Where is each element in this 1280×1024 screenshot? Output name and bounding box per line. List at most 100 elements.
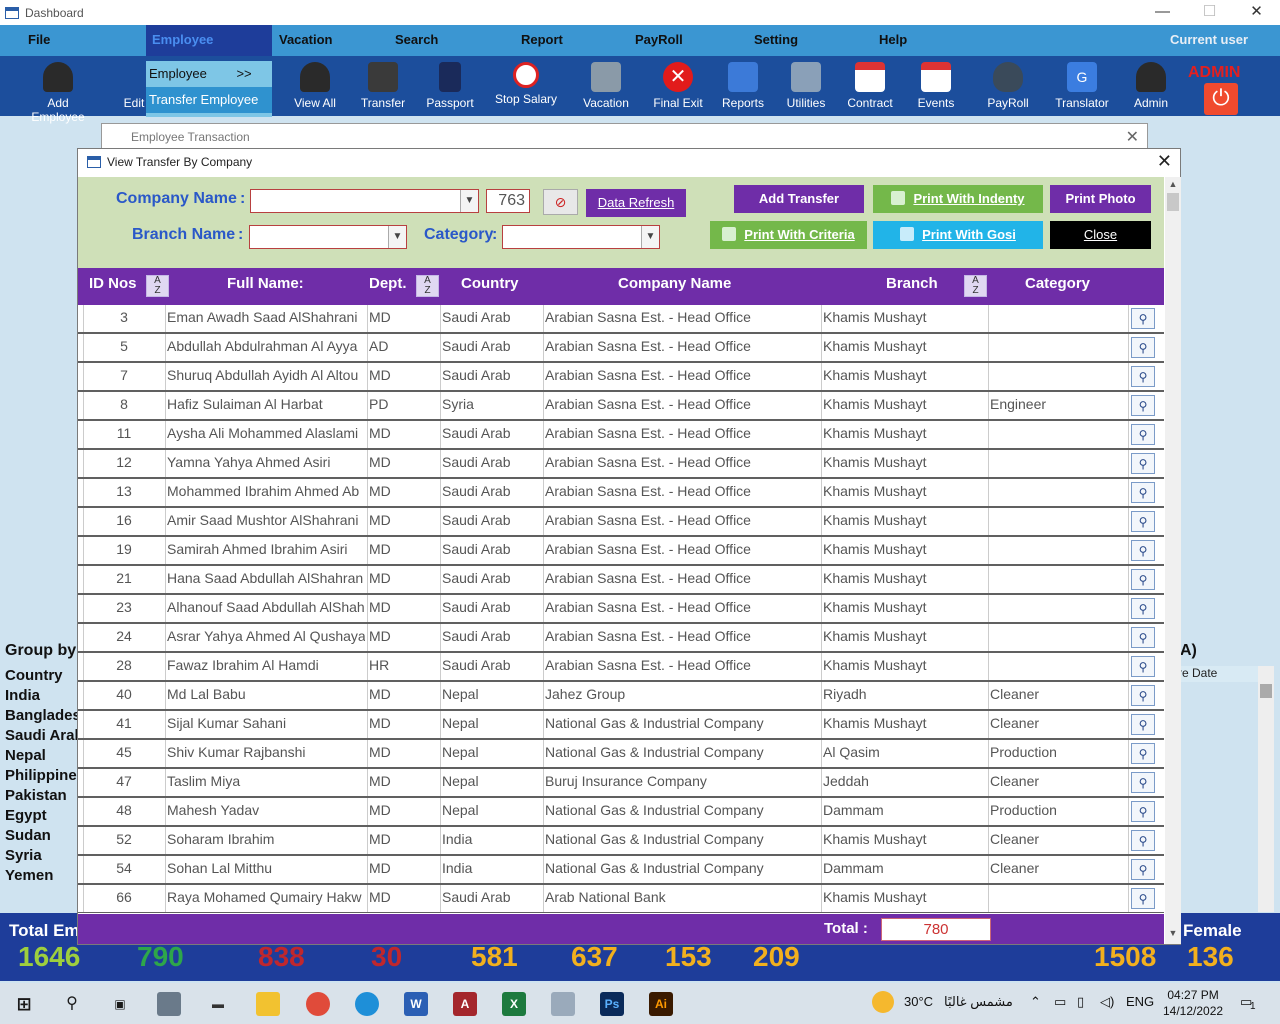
close-icon[interactable]: ✕	[1126, 127, 1139, 147]
cell-id[interactable]: 16	[84, 512, 164, 528]
col-dept[interactable]: Dept.	[369, 275, 407, 292]
maximize-icon[interactable]: ☐	[1186, 0, 1233, 25]
payroll-button[interactable]: PayRoll	[984, 62, 1032, 110]
contract-button[interactable]: Contract	[844, 62, 896, 110]
cell-company[interactable]: National Gas & Industrial Company	[545, 744, 821, 760]
scroll-up-icon[interactable]: ▲	[1165, 179, 1181, 193]
cell-dept[interactable]: MD	[369, 570, 439, 586]
cell-name[interactable]: Samirah Ahmed Ibrahim Asiri	[167, 541, 365, 557]
tray-chevron-icon[interactable]: ⌃	[1030, 994, 1041, 1010]
chrome-icon[interactable]	[306, 992, 330, 1016]
tools-icon[interactable]	[157, 992, 181, 1016]
list-item[interactable]: India	[5, 686, 79, 706]
cell-category[interactable]: Cleaner	[990, 715, 1126, 731]
cell-id[interactable]: 23	[84, 599, 164, 615]
cell-category[interactable]: Production	[990, 802, 1126, 818]
list-item[interactable]: Sudan	[5, 826, 79, 846]
print-with-indenty-button[interactable]: Print With Indenty	[873, 185, 1043, 213]
cell-dept[interactable]: MD	[369, 454, 439, 470]
cell-name[interactable]: Raya Mohamed Qumairy Hakw	[167, 889, 365, 905]
close-button[interactable]: Close	[1050, 221, 1151, 249]
cell-id[interactable]: 21	[84, 570, 164, 586]
print-photo-button[interactable]: Print Photo	[1050, 185, 1151, 213]
cell-branch[interactable]: Khamis Mushayt	[823, 338, 987, 354]
table-row[interactable]: 28 Fawaz Ibrahim Al Hamdi HR Saudi Arab Arab…	[78, 653, 1164, 682]
illustrator-icon[interactable]: Ai	[649, 992, 673, 1016]
cell-country[interactable]: India	[442, 831, 542, 847]
view-detail-icon[interactable]: ⚲	[1131, 569, 1155, 590]
cell-dept[interactable]: MD	[369, 367, 439, 383]
network-icon[interactable]: ▭	[1054, 994, 1066, 1010]
view-detail-icon[interactable]: ⚲	[1131, 395, 1155, 416]
cell-country[interactable]: Nepal	[442, 715, 542, 731]
cell-name[interactable]: Hana Saad Abdullah AlShahran	[167, 570, 365, 586]
photoshop-icon[interactable]: Ps	[600, 992, 624, 1016]
cell-branch[interactable]: Khamis Mushayt	[823, 889, 987, 905]
cell-company[interactable]: National Gas & Industrial Company	[545, 860, 821, 876]
windows-start-icon[interactable]: ⊞	[12, 992, 36, 1016]
cell-category[interactable]: Production	[990, 744, 1126, 760]
file-explorer-icon[interactable]	[256, 992, 280, 1016]
translator-button[interactable]: G Translator	[1050, 62, 1114, 110]
cell-branch[interactable]: Khamis Mushayt	[823, 541, 987, 557]
sort-icon[interactable]: AZ	[416, 275, 439, 297]
cell-company[interactable]: Arabian Sasna Est. - Head Office	[545, 570, 821, 586]
cell-id[interactable]: 48	[84, 802, 164, 818]
cell-dept[interactable]: PD	[369, 396, 439, 412]
cell-id[interactable]: 41	[84, 715, 164, 731]
cell-dept[interactable]: MD	[369, 773, 439, 789]
cell-country[interactable]: Nepal	[442, 802, 542, 818]
cell-company[interactable]: Arabian Sasna Est. - Head Office	[545, 657, 821, 673]
final-exit-button[interactable]: ✕ Final Exit	[650, 62, 706, 110]
menu-setting[interactable]: Setting	[754, 25, 798, 56]
view-detail-icon[interactable]: ⚲	[1131, 685, 1155, 706]
table-row[interactable]: 21 Hana Saad Abdullah AlShahran MD Saudi Ar…	[78, 566, 1164, 595]
cell-name[interactable]: Taslim Miya	[167, 773, 365, 789]
passport-button[interactable]: Passport	[423, 62, 477, 110]
cell-id[interactable]: 12	[84, 454, 164, 470]
cell-company[interactable]: Jahez Group	[545, 686, 821, 702]
view-detail-icon[interactable]: ⚲	[1131, 482, 1155, 503]
cell-dept[interactable]: MD	[369, 483, 439, 499]
view-detail-icon[interactable]: ⚲	[1131, 366, 1155, 387]
weather-icon[interactable]	[872, 991, 894, 1013]
menu-vacation[interactable]: Vacation	[279, 25, 332, 56]
table-row[interactable]: 3 Eman Awadh Saad AlShahrani MD Saudi Arab A…	[78, 305, 1164, 334]
branch-name-select[interactable]: ▼	[249, 225, 407, 249]
cell-branch[interactable]: Khamis Mushayt	[823, 367, 987, 383]
view-detail-icon[interactable]: ⚲	[1131, 743, 1155, 764]
cell-id[interactable]: 47	[84, 773, 164, 789]
menu-search[interactable]: Search	[395, 25, 438, 56]
cell-branch[interactable]: Jeddah	[823, 773, 987, 789]
sort-icon[interactable]: AZ	[146, 275, 169, 297]
cell-dept[interactable]: MD	[369, 425, 439, 441]
stop-salary-button[interactable]: Stop Salary	[493, 62, 559, 106]
col-category[interactable]: Category	[1025, 275, 1090, 292]
list-item[interactable]: Bangladesh	[5, 706, 79, 726]
cell-id[interactable]: 24	[84, 628, 164, 644]
list-item[interactable]: Saudi Arab	[5, 726, 79, 746]
cell-dept[interactable]: AD	[369, 338, 439, 354]
language-indicator[interactable]: ENG	[1126, 994, 1154, 1009]
cell-dept[interactable]: MD	[369, 541, 439, 557]
cell-branch[interactable]: Khamis Mushayt	[823, 657, 987, 673]
cell-dept[interactable]: MD	[369, 860, 439, 876]
battery-icon[interactable]: ▯	[1077, 994, 1084, 1010]
view-detail-icon[interactable]: ⚲	[1131, 453, 1155, 474]
camera-icon[interactable]: ▬	[206, 992, 230, 1016]
table-row[interactable]: 41 Sijal Kumar Sahani MD Nepal National Gas …	[78, 711, 1164, 740]
cell-id[interactable]: 54	[84, 860, 164, 876]
cell-dept[interactable]: MD	[369, 744, 439, 760]
close-icon[interactable]: ✕	[1157, 151, 1172, 172]
cell-id[interactable]: 3	[84, 309, 164, 325]
cell-dept[interactable]: MD	[369, 715, 439, 731]
cell-company[interactable]: Arabian Sasna Est. - Head Office	[545, 454, 821, 470]
right-scrollbar[interactable]	[1258, 666, 1274, 912]
sort-icon[interactable]: AZ	[964, 275, 987, 297]
menu-employee[interactable]: Employee	[146, 25, 272, 56]
scroll-down-icon[interactable]: ▼	[1165, 928, 1181, 942]
cell-company[interactable]: Arabian Sasna Est. - Head Office	[545, 338, 821, 354]
menu-report[interactable]: Report	[521, 25, 563, 56]
col-full-name[interactable]: Full Name:	[227, 275, 304, 292]
category-select[interactable]: ▼	[502, 225, 660, 249]
